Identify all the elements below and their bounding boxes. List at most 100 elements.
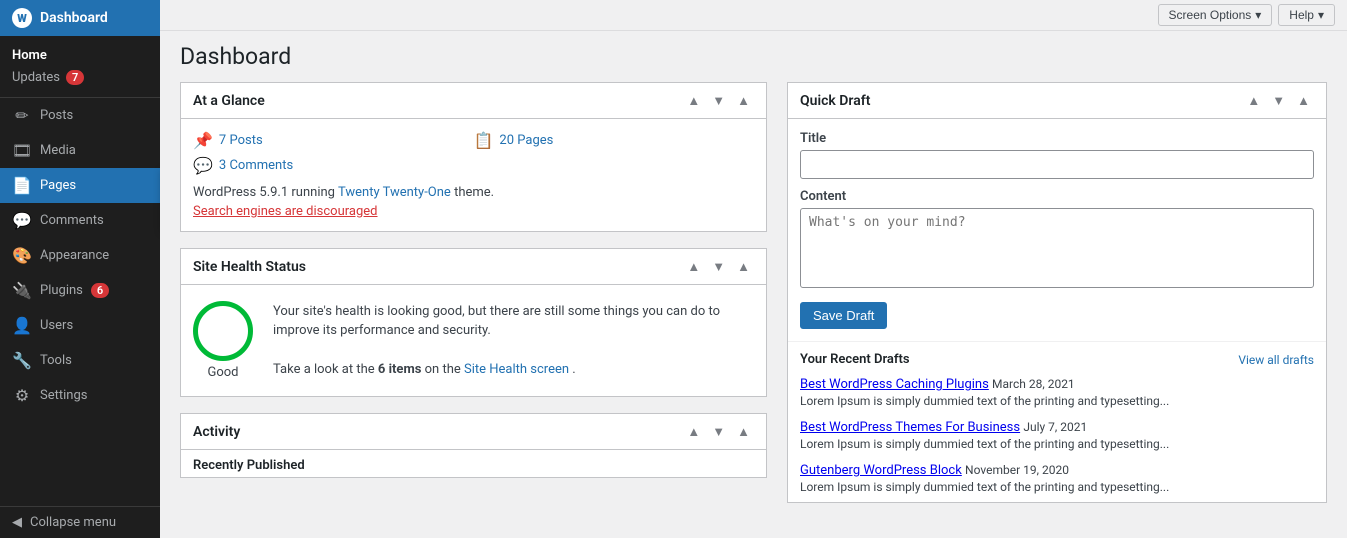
screen-options-label: Screen Options xyxy=(1169,8,1252,22)
sidebar-item-comments-label: Comments xyxy=(40,213,104,228)
health-circle-wrapper: Good xyxy=(193,301,253,380)
collapse-menu-button[interactable]: ◀ Collapse menu xyxy=(0,506,160,538)
plugins-badge: 6 xyxy=(91,283,109,298)
wp-logo: W xyxy=(12,8,32,28)
draft-preview-1: Lorem Ipsum is simply dummied text of th… xyxy=(800,437,1314,451)
site-health-screen-link[interactable]: Site Health screen xyxy=(464,362,569,377)
at-a-glance-collapse-up[interactable]: ▲ xyxy=(683,91,704,110)
sidebar: W Dashboard Home Updates 7 ✏ Posts 🎞 Med… xyxy=(0,0,160,538)
sidebar-item-settings[interactable]: ⚙ Settings xyxy=(0,378,160,413)
settings-icon: ⚙ xyxy=(12,386,32,405)
activity-close[interactable]: ▲ xyxy=(733,422,754,441)
draft-title-link-0[interactable]: Best WordPress Caching Plugins xyxy=(800,377,989,392)
screen-options-chevron: ▾ xyxy=(1255,8,1261,22)
draft-preview-0: Lorem Ipsum is simply dummied text of th… xyxy=(800,394,1314,408)
at-a-glance-close[interactable]: ▲ xyxy=(733,91,754,110)
wp-version-text: WordPress 5.9.1 running Twenty Twenty-On… xyxy=(193,185,754,200)
site-health-collapse-up[interactable]: ▲ xyxy=(683,257,704,276)
activity-collapse-down[interactable]: ▼ xyxy=(708,422,729,441)
health-status-label: Good xyxy=(207,365,238,380)
sidebar-menu: ✏ Posts 🎞 Media 📄 Pages All Pages Add Ne… xyxy=(0,98,160,506)
qd-title-input[interactable] xyxy=(800,150,1314,179)
site-health-header: Site Health Status ▲ ▼ ▲ xyxy=(181,249,766,285)
sidebar-item-comments[interactable]: 💬 Comments xyxy=(0,203,160,238)
draft-title-link-2[interactable]: Gutenberg WordPress Block xyxy=(800,463,962,478)
pages-glance-item: 📋 20 Pages xyxy=(474,131,755,150)
site-health-body: Good Your site's health is looking good,… xyxy=(181,285,766,396)
sidebar-updates-item[interactable]: Updates 7 xyxy=(0,67,160,91)
quick-draft-collapse-down[interactable]: ▼ xyxy=(1268,91,1289,110)
activity-title: Activity xyxy=(193,424,240,440)
quick-draft-body: Title Content Save Draft xyxy=(788,119,1326,341)
sidebar-item-appearance[interactable]: 🎨 Appearance xyxy=(0,238,160,273)
search-engine-msg: Search engines are discouraged xyxy=(193,204,754,219)
sidebar-home-section: Home Updates 7 xyxy=(0,36,160,98)
qd-content-textarea[interactable] xyxy=(800,208,1314,288)
at-a-glance-header: At a Glance ▲ ▼ ▲ xyxy=(181,83,766,119)
sidebar-item-users[interactable]: 👤 Users xyxy=(0,308,160,343)
view-all-drafts-link[interactable]: View all drafts xyxy=(1238,353,1314,367)
sidebar-header[interactable]: W Dashboard xyxy=(0,0,160,36)
sidebar-item-plugins-label: Plugins xyxy=(40,283,83,298)
page-title-bar: Dashboard xyxy=(180,43,1327,70)
sidebar-item-plugins[interactable]: 🔌 Plugins 6 xyxy=(0,273,160,308)
theme-suffix: theme. xyxy=(454,185,494,200)
page-title: Dashboard xyxy=(180,43,1327,70)
draft-item-1-title: Best WordPress Themes For Business July … xyxy=(800,420,1314,435)
at-a-glance-grid: 📌 7 Posts 📋 20 Pages 💬 3 Comments xyxy=(193,131,754,175)
site-health-close[interactable]: ▲ xyxy=(733,257,754,276)
media-icon: 🎞 xyxy=(12,141,32,160)
at-a-glance-body: 📌 7 Posts 📋 20 Pages 💬 3 Comments xyxy=(181,119,766,231)
sidebar-item-users-label: Users xyxy=(40,318,73,333)
comments-icon: 💬 xyxy=(12,211,32,230)
help-button[interactable]: Help ▾ xyxy=(1278,4,1335,26)
draft-item-1: Best WordPress Themes For Business July … xyxy=(788,416,1326,459)
quick-draft-collapse-up[interactable]: ▲ xyxy=(1243,91,1264,110)
tools-icon: 🔧 xyxy=(12,351,32,370)
help-chevron: ▾ xyxy=(1318,8,1324,22)
pages-glance-icon: 📋 xyxy=(474,131,494,150)
draft-title-link-1[interactable]: Best WordPress Themes For Business xyxy=(800,420,1020,435)
save-draft-button[interactable]: Save Draft xyxy=(800,302,887,329)
health-text-part3: on the xyxy=(425,362,461,377)
content-area: Dashboard At a Glance ▲ ▼ ▲ xyxy=(160,31,1347,538)
recent-drafts-title: Your Recent Drafts xyxy=(800,352,910,367)
theme-link[interactable]: Twenty Twenty-One xyxy=(338,185,451,200)
posts-glance-link[interactable]: 7 Posts xyxy=(219,133,263,148)
activity-collapse-up[interactable]: ▲ xyxy=(683,422,704,441)
main-content: Screen Options ▾ Help ▾ Dashboard At a G… xyxy=(160,0,1347,538)
draft-item-2: Gutenberg WordPress Block November 19, 2… xyxy=(788,459,1326,502)
draft-preview-2: Lorem Ipsum is simply dummied text of th… xyxy=(800,480,1314,494)
site-health-collapse-down[interactable]: ▼ xyxy=(708,257,729,276)
comments-glance-link[interactable]: 3 Comments xyxy=(219,158,293,173)
quick-draft-close[interactable]: ▲ xyxy=(1293,91,1314,110)
sidebar-item-appearance-label: Appearance xyxy=(40,248,109,263)
sidebar-item-settings-label: Settings xyxy=(40,388,87,403)
search-engine-link[interactable]: Search engines are discouraged xyxy=(193,204,378,219)
at-a-glance-widget: At a Glance ▲ ▼ ▲ 📌 7 Posts xyxy=(180,82,767,232)
pages-glance-link[interactable]: 20 Pages xyxy=(499,133,553,148)
activity-controls: ▲ ▼ ▲ xyxy=(683,422,754,441)
site-health-title: Site Health Status xyxy=(193,259,306,275)
sidebar-item-pages[interactable]: 📄 Pages xyxy=(0,168,160,203)
sidebar-item-pages-wrapper: 📄 Pages All Pages Add New xyxy=(0,168,160,203)
health-circle xyxy=(193,301,253,361)
sidebar-item-pages-label: Pages xyxy=(40,178,76,193)
quick-draft-widget: Quick Draft ▲ ▼ ▲ Title Content Save Dra… xyxy=(787,82,1327,503)
left-column: At a Glance ▲ ▼ ▲ 📌 7 Posts xyxy=(180,82,767,526)
at-a-glance-title: At a Glance xyxy=(193,93,265,109)
screen-options-button[interactable]: Screen Options ▾ xyxy=(1158,4,1273,26)
quick-draft-header: Quick Draft ▲ ▼ ▲ xyxy=(788,83,1326,119)
at-a-glance-collapse-down[interactable]: ▼ xyxy=(708,91,729,110)
sidebar-home-label[interactable]: Home xyxy=(0,44,160,67)
health-items-count: 6 items xyxy=(378,362,422,377)
sidebar-item-posts-label: Posts xyxy=(40,108,73,123)
at-a-glance-controls: ▲ ▼ ▲ xyxy=(683,91,754,110)
draft-item-2-title: Gutenberg WordPress Block November 19, 2… xyxy=(800,463,1314,478)
sidebar-item-tools[interactable]: 🔧 Tools xyxy=(0,343,160,378)
sidebar-item-posts[interactable]: ✏ Posts xyxy=(0,98,160,133)
sidebar-item-media[interactable]: 🎞 Media xyxy=(0,133,160,168)
recently-published-label: Recently Published xyxy=(181,450,766,477)
dashboard-columns: At a Glance ▲ ▼ ▲ 📌 7 Posts xyxy=(180,82,1327,526)
draft-date-0: March 28, 2021 xyxy=(992,377,1075,391)
